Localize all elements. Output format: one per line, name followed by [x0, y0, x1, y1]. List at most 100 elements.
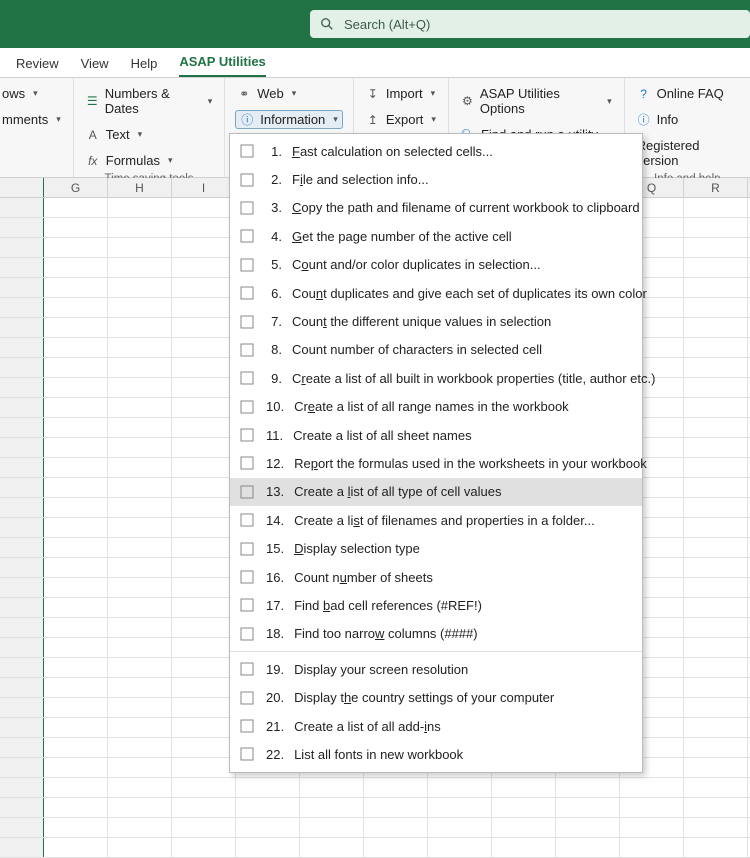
menu-item-19[interactable]: 19.Display your screen resolution [230, 655, 642, 683]
link-icon: ⚭ [237, 87, 251, 101]
menu-item-icon [238, 540, 256, 558]
information-button[interactable]: ⓘ Information▾ [235, 110, 343, 129]
menu-item-icon [238, 483, 256, 501]
titlebar: Search (Alt+Q) [0, 0, 750, 48]
search-input[interactable]: Search (Alt+Q) [310, 10, 750, 38]
column-header[interactable]: H [108, 178, 172, 197]
menu-item-7[interactable]: 7.Count the different unique values in s… [230, 307, 642, 335]
menu-item-13[interactable]: 13.Create a list of all type of cell val… [230, 478, 642, 506]
options-button[interactable]: ⚙ ASAP Utilities Options▾ [459, 84, 614, 118]
menu-item-12[interactable]: 12.Report the formulas used in the works… [230, 449, 642, 477]
menu-item-16[interactable]: 16.Count number of sheets [230, 563, 642, 591]
menu-item-18[interactable]: 18.Find too narrow columns (####) [230, 620, 642, 648]
menu-item-icon [238, 745, 256, 763]
information-dropdown-menu: 1.Fast calculation on selected cells...2… [229, 133, 643, 773]
menu-item-label: Count duplicates and give each set of du… [292, 286, 647, 301]
registered-version-label: Registered version [635, 136, 740, 170]
menu-item-label: Find too narrow columns (####) [294, 626, 478, 641]
info-icon: ⓘ [240, 113, 254, 127]
web-button[interactable]: ⚭ Web▾ [235, 84, 343, 103]
chevron-down-icon: ▾ [431, 114, 436, 125]
tab-help[interactable]: Help [131, 51, 158, 77]
menu-item-label: Create a list of all built in workbook p… [292, 371, 655, 386]
menu-item-5[interactable]: 5.Count and/or color duplicates in selec… [230, 251, 642, 279]
info-button[interactable]: ⓘ Info [635, 110, 740, 129]
column-header[interactable]: I [172, 178, 236, 197]
menu-item-3[interactable]: 3.Copy the path and filename of current … [230, 194, 642, 222]
comments-button[interactable]: mments▾ [0, 110, 63, 129]
menu-item-label: Count and/or color duplicates in selecti… [292, 257, 541, 272]
menu-item-17[interactable]: 17.Find bad cell references (#REF!) [230, 591, 642, 619]
tab-view[interactable]: View [81, 51, 109, 77]
menu-item-label: List all fonts in new workbook [294, 747, 463, 762]
menu-item-label: Create a list of all add-ins [294, 719, 441, 734]
menu-item-11[interactable]: 11.Create a list of all sheet names [230, 421, 642, 449]
info-icon: ⓘ [637, 113, 651, 127]
search-placeholder: Search (Alt+Q) [344, 17, 430, 32]
fx-icon: fx [86, 154, 100, 168]
chevron-down-icon: ▾ [33, 88, 38, 99]
menu-item-10[interactable]: 10.Create a list of all range names in t… [230, 393, 642, 421]
menu-item-icon [238, 717, 256, 735]
chevron-down-icon: ▾ [138, 129, 143, 140]
tab-review[interactable]: Review [16, 51, 59, 77]
menu-item-1[interactable]: 1.Fast calculation on selected cells... [230, 137, 642, 165]
chevron-down-icon: ▾ [208, 96, 213, 107]
menu-item-icon [238, 199, 256, 217]
menu-item-label: Create a list of all sheet names [293, 428, 471, 443]
list-icon: ☰ [86, 94, 99, 108]
text-button[interactable]: A Text▾ [84, 125, 214, 144]
menu-item-icon [238, 369, 256, 387]
formulas-button[interactable]: fx Formulas▾ [84, 151, 214, 170]
menu-item-label: File and selection info... [292, 172, 429, 187]
export-icon: ↥ [366, 113, 380, 127]
menu-item-icon [238, 227, 256, 245]
tabstrip: Review View Help ASAP Utilities [0, 48, 750, 78]
menu-item-icon [238, 511, 256, 529]
menu-item-icon [238, 426, 256, 444]
column-header[interactable]: G [44, 178, 108, 197]
menu-item-icon [238, 341, 256, 359]
menu-item-label: Count number of sheets [294, 570, 433, 585]
menu-item-icon [238, 313, 256, 331]
menu-item-label: Create a list of filenames and propertie… [294, 513, 595, 528]
chevron-down-icon: ▾ [292, 88, 297, 99]
import-button[interactable]: ↧ Import▾ [364, 84, 438, 103]
group-label [0, 172, 63, 175]
menu-item-icon [238, 454, 256, 472]
menu-item-20[interactable]: 20.Display the country settings of your … [230, 683, 642, 711]
chevron-down-icon: ▾ [168, 155, 173, 166]
menu-item-9[interactable]: 9.Create a list of all built in workbook… [230, 364, 642, 392]
menu-item-15[interactable]: 15.Display selection type [230, 534, 642, 562]
menu-item-21[interactable]: 21.Create a list of all add-ins [230, 712, 642, 740]
numbers-dates-button[interactable]: ☰ Numbers & Dates▾ [84, 84, 214, 118]
menu-item-8[interactable]: 8.Count number of characters in selected… [230, 336, 642, 364]
menu-item-icon [238, 660, 256, 678]
gear-icon: ⚙ [461, 94, 474, 108]
menu-item-label: Create a list of all type of cell values [294, 484, 501, 499]
menu-item-icon [238, 256, 256, 274]
menu-item-label: Count the different unique values in sel… [292, 314, 551, 329]
rows-button[interactable]: ows▾ [0, 84, 63, 103]
menu-item-label: Report the formulas used in the workshee… [294, 456, 647, 471]
menu-item-label: Copy the path and filename of current wo… [292, 200, 640, 215]
help-icon: ? [637, 87, 651, 101]
menu-item-4[interactable]: 4.Get the page number of the active cell [230, 222, 642, 250]
menu-item-2[interactable]: 2.File and selection info... [230, 165, 642, 193]
menu-item-label: Fast calculation on selected cells... [292, 144, 493, 159]
menu-item-6[interactable]: 6.Count duplicates and give each set of … [230, 279, 642, 307]
menu-item-icon [238, 284, 256, 302]
menu-item-label: Display your screen resolution [294, 662, 468, 677]
online-faq-button[interactable]: ? Online FAQ [635, 84, 740, 103]
menu-item-14[interactable]: 14.Create a list of filenames and proper… [230, 506, 642, 534]
menu-item-icon [238, 689, 256, 707]
column-header[interactable]: R [684, 178, 748, 197]
menu-item-icon [238, 625, 256, 643]
menu-item-icon [238, 568, 256, 586]
tab-asap-utilities[interactable]: ASAP Utilities [179, 49, 265, 77]
menu-item-22[interactable]: 22.List all fonts in new workbook [230, 740, 642, 768]
export-button[interactable]: ↥ Export▾ [364, 110, 438, 129]
menu-item-label: Display the country settings of your com… [294, 690, 554, 705]
menu-item-label: Get the page number of the active cell [292, 229, 512, 244]
menu-item-label: Create a list of all range names in the … [294, 399, 569, 414]
